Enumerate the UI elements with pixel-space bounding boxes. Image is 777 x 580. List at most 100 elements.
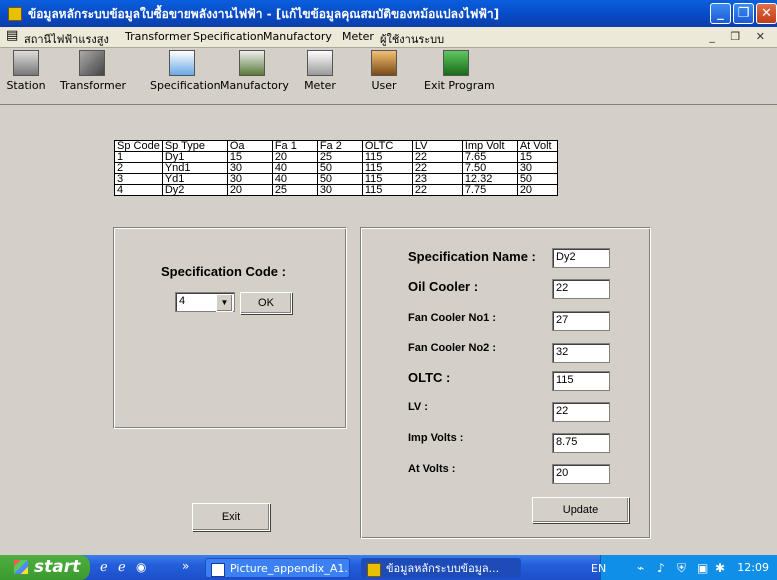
cell[interactable]: 20 — [516, 184, 558, 196]
maximize-button[interactable]: ❐ — [733, 3, 754, 24]
col-at-volt[interactable]: At Volt — [516, 140, 558, 152]
col-sp-code[interactable]: Sp Code — [114, 140, 163, 152]
cell[interactable]: 115 — [361, 173, 413, 185]
cell[interactable]: 15 — [226, 151, 273, 163]
cell[interactable]: 4 — [114, 184, 163, 196]
cell[interactable]: Dy1 — [161, 151, 228, 163]
cell[interactable]: Yd1 — [161, 173, 228, 185]
cell[interactable]: 7.50 — [461, 162, 518, 174]
table-row[interactable]: 1 Dy1 15 20 25 115 22 7.65 15 — [114, 151, 558, 163]
toolbar-exit-program[interactable]: Exit Program — [424, 50, 495, 92]
tray-extra-icon[interactable]: ✱ — [715, 561, 725, 575]
cell[interactable]: 1 — [114, 151, 163, 163]
task-picture-appendix[interactable]: Picture_appendix_A1... — [205, 558, 350, 578]
col-oltc[interactable]: OLTC — [361, 140, 413, 152]
tray-shield-icon[interactable]: ⛨ — [677, 561, 686, 576]
task-main-app[interactable]: ข้อมูลหลักระบบข้อมูล... — [361, 558, 521, 578]
cell[interactable]: 3 — [114, 173, 163, 185]
cell[interactable]: 115 — [361, 151, 413, 163]
cell[interactable]: 22 — [411, 151, 463, 163]
cell[interactable]: 7.65 — [461, 151, 518, 163]
update-button[interactable]: Update — [532, 497, 629, 523]
col-imp-volt[interactable]: Imp Volt — [461, 140, 518, 152]
tray-network-icon[interactable]: ⌁ — [637, 561, 644, 575]
menu-meter[interactable]: Meter — [342, 30, 374, 43]
toolbar: Station Transformer Specification Manufa… — [0, 48, 777, 105]
exit-button[interactable]: Exit — [192, 503, 270, 531]
cell[interactable]: 115 — [361, 184, 413, 196]
quick-launch-expand-icon[interactable]: » — [182, 559, 189, 573]
col-fa2[interactable]: Fa 2 — [316, 140, 363, 152]
tray-app-icon[interactable]: ▣ — [697, 561, 708, 575]
quick-launch-media-icon[interactable]: ◉ — [136, 560, 146, 574]
toolbar-station[interactable]: Station — [6, 50, 46, 92]
cell[interactable]: 30 — [316, 184, 363, 196]
task-picture-appendix-label: Picture_appendix_A1... — [230, 562, 350, 575]
col-lv[interactable]: LV — [411, 140, 463, 152]
tray-volume-icon[interactable]: ♪ — [657, 561, 665, 575]
start-button[interactable]: start — [0, 555, 90, 580]
cell[interactable]: 30 — [516, 162, 558, 174]
specification-icon — [169, 50, 195, 76]
oil-cooler-field[interactable]: 22 — [552, 279, 610, 299]
cell[interactable]: 50 — [316, 162, 363, 174]
cell[interactable]: 50 — [516, 173, 558, 185]
fan-cooler-no1-field[interactable]: 27 — [552, 311, 610, 331]
menu-transformer[interactable]: Transformer — [125, 30, 191, 43]
chevron-down-icon[interactable]: ▼ — [216, 294, 233, 312]
cell[interactable]: 2 — [114, 162, 163, 174]
cell[interactable]: 25 — [316, 151, 363, 163]
cell[interactable]: 40 — [271, 173, 318, 185]
col-fa1[interactable]: Fa 1 — [271, 140, 318, 152]
col-oa[interactable]: Oa — [226, 140, 273, 152]
toolbar-manufactory[interactable]: Manufactory — [220, 50, 289, 92]
clock[interactable]: 12:09 — [737, 561, 769, 574]
table-row[interactable]: 3 Yd1 30 40 50 115 23 12.32 50 — [114, 173, 558, 185]
cell[interactable]: 12.32 — [461, 173, 518, 185]
oltc-field[interactable]: 115 — [552, 371, 610, 391]
cell[interactable]: 30 — [226, 162, 273, 174]
mdi-window-controls[interactable]: _ ❐ ✕ — [709, 30, 771, 43]
cell[interactable]: 40 — [271, 162, 318, 174]
lv-field[interactable]: 22 — [552, 402, 610, 422]
quick-launch-browser-icon[interactable]: ℯ — [118, 560, 126, 575]
language-indicator[interactable]: EN — [591, 562, 606, 575]
toolbar-transformer[interactable]: Transformer — [60, 50, 126, 92]
spec-name-field[interactable]: Dy2 — [552, 248, 610, 268]
menu-users[interactable]: ผู้ใช้งานระบบ — [380, 30, 444, 48]
table-row[interactable]: 2 Ynd1 30 40 50 115 22 7.50 30 — [114, 162, 558, 174]
minimize-button[interactable]: _ — [710, 3, 731, 24]
quick-launch-ie-icon[interactable]: ℯ — [100, 560, 108, 575]
cell[interactable]: 30 — [226, 173, 273, 185]
cell[interactable]: Ynd1 — [161, 162, 228, 174]
cell[interactable]: 7.75 — [461, 184, 518, 196]
toolbar-user[interactable]: User — [364, 50, 404, 92]
menu-station[interactable]: สถานีไฟฟ้าแรงสูง — [24, 30, 109, 48]
fan-cooler-no2-field[interactable]: 32 — [552, 343, 610, 363]
cell[interactable]: 15 — [516, 151, 558, 163]
cell[interactable]: 22 — [411, 162, 463, 174]
cell[interactable]: 50 — [316, 173, 363, 185]
menu-manufactory[interactable]: Manufactory — [263, 30, 332, 43]
specification-code-select[interactable]: 4 ▼ — [175, 292, 235, 312]
cell[interactable]: 20 — [226, 184, 273, 196]
cell[interactable]: 25 — [271, 184, 318, 196]
specification-detail-panel: Specification Name : Dy2 Oil Cooler : 22… — [361, 228, 651, 539]
cell[interactable]: 23 — [411, 173, 463, 185]
ok-button[interactable]: OK — [240, 292, 292, 314]
cell[interactable]: 20 — [271, 151, 318, 163]
imp-volts-field[interactable]: 8.75 — [552, 433, 610, 453]
specification-grid[interactable]: Sp Code Sp Type Oa Fa 1 Fa 2 OLTC LV Imp… — [114, 140, 558, 196]
cell[interactable]: 115 — [361, 162, 413, 174]
close-button[interactable]: ✕ — [756, 3, 777, 24]
cell[interactable]: Dy2 — [161, 184, 228, 196]
document-icon: ▤ — [6, 28, 19, 43]
table-row[interactable]: 4 Dy2 20 25 30 115 22 7.75 20 — [114, 184, 558, 196]
toolbar-specification[interactable]: Specification — [150, 50, 221, 92]
lv-label: LV : — [408, 401, 428, 413]
toolbar-meter[interactable]: Meter — [300, 50, 340, 92]
menu-specification[interactable]: Specification — [193, 30, 264, 43]
cell[interactable]: 22 — [411, 184, 463, 196]
at-volts-field[interactable]: 20 — [552, 464, 610, 484]
col-sp-type[interactable]: Sp Type — [161, 140, 228, 152]
